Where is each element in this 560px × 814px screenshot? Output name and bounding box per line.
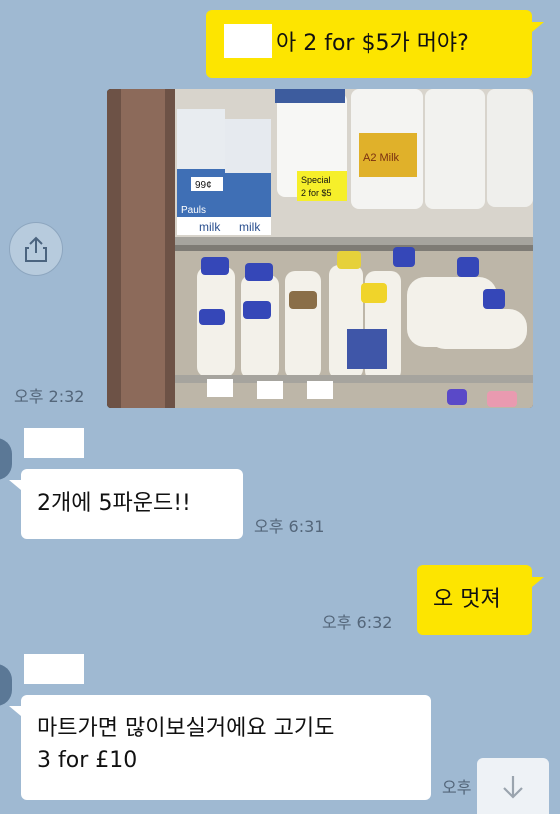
bubble-tail (532, 22, 544, 32)
price-tag-text: Special (301, 175, 331, 185)
sender-avatar[interactable] (0, 664, 12, 706)
bubble-tail (9, 480, 21, 490)
redacted-sender-name (24, 428, 84, 458)
redacted-name (224, 24, 272, 58)
photo-label: milk (239, 220, 261, 234)
scroll-to-bottom-button[interactable] (477, 758, 549, 814)
message-timestamp: 오후 (442, 778, 472, 797)
arrow-down-icon (503, 776, 523, 799)
share-button[interactable] (9, 222, 63, 276)
message-text: 2개에 5파운드!! (37, 491, 191, 516)
message-timestamp: 오후 2:32 (14, 387, 85, 406)
share-icon (25, 236, 47, 262)
bubble-tail (9, 706, 21, 716)
photo-label: A2 Milk (363, 152, 400, 164)
milk-fridge-photo: Pauls milk milk 99¢ A2 Milk Special 2 fo… (107, 89, 533, 408)
incoming-message-bubble[interactable]: 2개에 5파운드!! (21, 469, 243, 539)
outgoing-message-bubble[interactable]: 오 멋져 (417, 565, 532, 635)
photo-label: Pauls (181, 205, 206, 216)
message-text: 아 2 for $5가 머야? (276, 31, 469, 56)
redacted-sender-name (24, 654, 84, 684)
price-tag-text: 2 for $5 (301, 188, 332, 198)
incoming-message-bubble[interactable]: 마트가면 많이보실거에요 고기도 3 for £10 (21, 695, 431, 800)
bubble-tail (532, 577, 544, 587)
message-text-line: 3 for £10 (37, 748, 138, 773)
photo-label: milk (199, 220, 221, 234)
message-text-line: 마트가면 많이보실거에요 고기도 (37, 716, 335, 741)
price-tag-text: 99¢ (195, 180, 212, 191)
message-text: 오 멋져 (433, 587, 501, 612)
photo-message[interactable]: Pauls milk milk 99¢ A2 Milk Special 2 fo… (107, 89, 533, 408)
message-timestamp: 오후 6:32 (322, 613, 393, 632)
sender-avatar[interactable] (0, 438, 12, 480)
message-timestamp: 오후 6:31 (254, 517, 325, 536)
